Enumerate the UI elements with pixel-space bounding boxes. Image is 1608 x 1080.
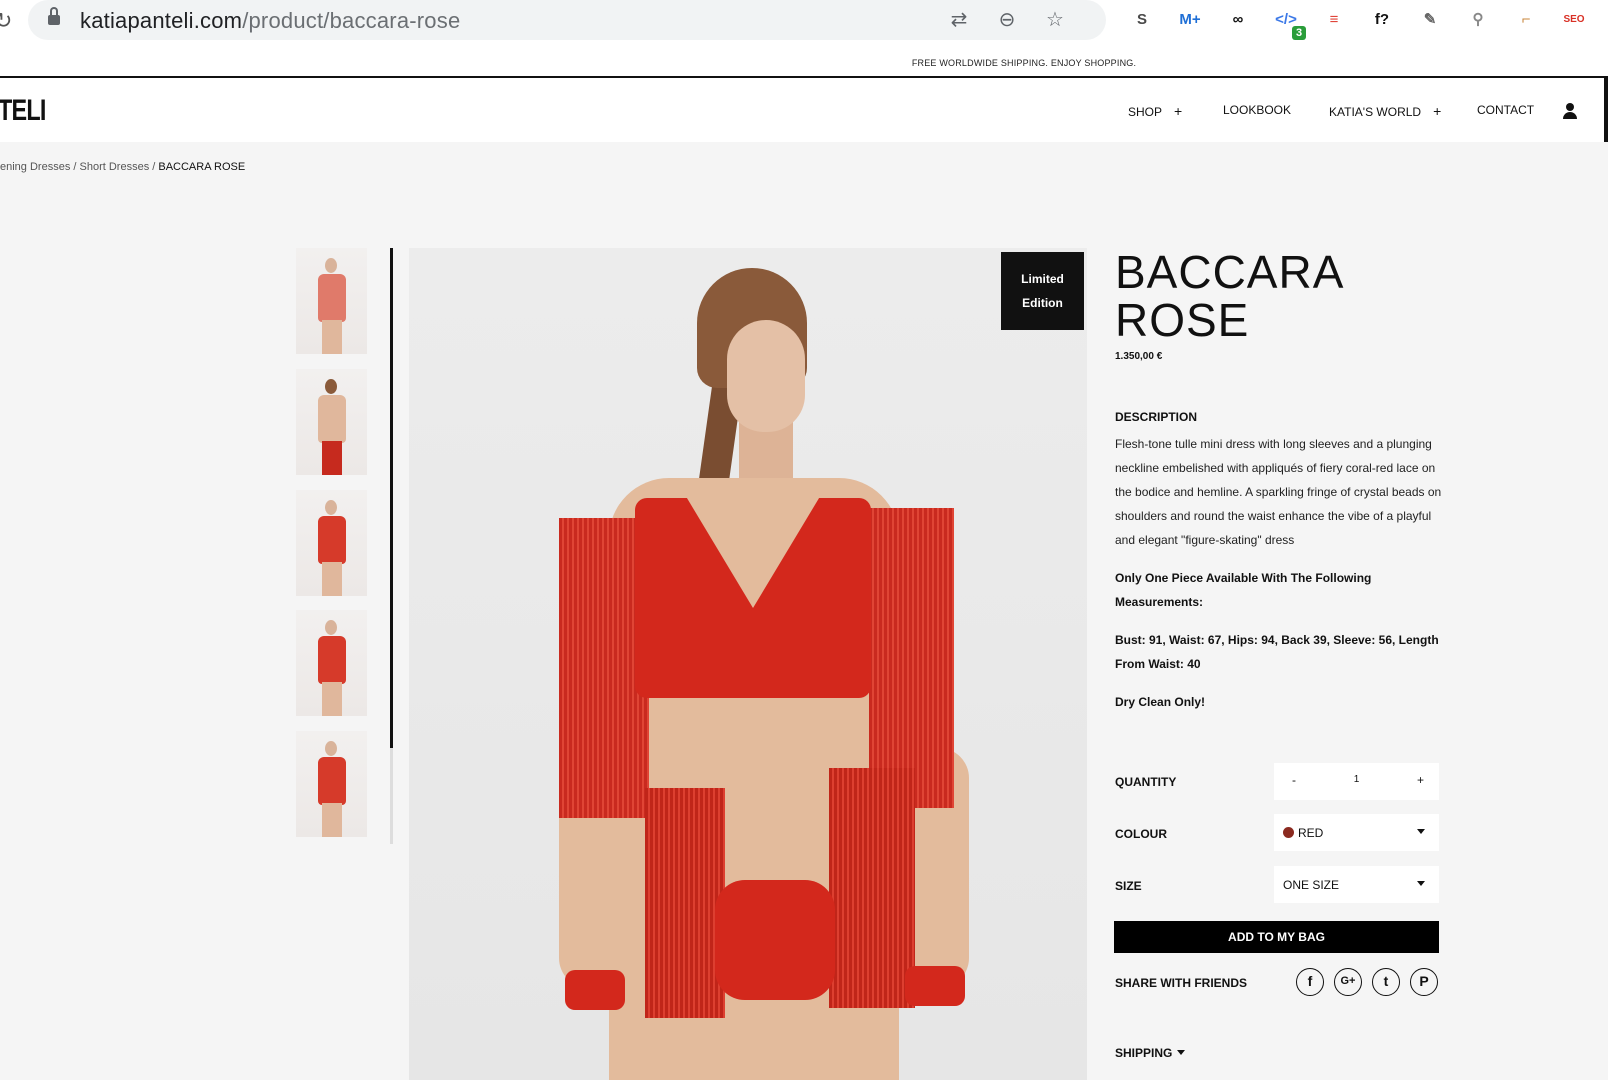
shipping-banner-text: FREE WORLDWIDE SHIPPING. ENJOY SHOPPING.: [911, 58, 1137, 68]
eyedropper-icon[interactable]: ✎: [1416, 6, 1444, 34]
font-finder-icon[interactable]: f?: [1368, 6, 1396, 34]
measurements-note: Bust: 91, Waist: 67, Hips: 94, Back 39, …: [1115, 633, 1439, 671]
url-path: /product/baccara-rose: [242, 8, 461, 33]
nav-lookbook[interactable]: LOOKBOOK: [1223, 103, 1291, 117]
size-value: ONE SIZE: [1283, 878, 1340, 892]
availability-note: Only One Piece Available With The Follow…: [1115, 571, 1372, 609]
quantity-label: QUANTITY: [1115, 775, 1177, 789]
url-host: katiapanteli.com: [80, 8, 243, 33]
nav-lookbook-label: LOOKBOOK: [1223, 103, 1292, 117]
main-product-image[interactable]: Limited Edition: [409, 248, 1087, 1080]
lock-icon[interactable]: [48, 7, 60, 26]
code-extension-icon[interactable]: </> 3: [1272, 6, 1306, 40]
caret-down-icon: [1417, 829, 1425, 834]
twitter-icon[interactable]: t: [1372, 968, 1400, 996]
thumbnail-5[interactable]: [296, 731, 367, 837]
nav-contact-label: CONTACT: [1477, 103, 1535, 117]
product-title-line-1: BACCARA: [1115, 246, 1345, 298]
badge-line-1: Limited: [1021, 272, 1064, 286]
infinity-extension-icon[interactable]: ∞: [1224, 6, 1252, 34]
thumbnail-scrollbar-thumb[interactable]: [390, 248, 393, 748]
thumbnail-3[interactable]: [296, 490, 367, 596]
breadcrumb-short-dresses[interactable]: Short Dresses: [80, 161, 150, 173]
nav-katias-world-label: KATIA'S WORLD: [1329, 105, 1422, 119]
site-header: TELI SHOP + LOOKBOOK KATIA'S WORLD + CONTA…: [0, 78, 1608, 142]
plus-icon: +: [1174, 103, 1183, 119]
nav-contact[interactable]: CONTACT: [1477, 103, 1534, 117]
colour-label: COLOUR: [1115, 827, 1167, 841]
s-extension-icon[interactable]: S: [1128, 6, 1156, 34]
ruler-extension-icon[interactable]: ⌐: [1512, 6, 1540, 34]
care-note: Dry Clean Only!: [1115, 695, 1206, 709]
facebook-icon[interactable]: f: [1296, 968, 1324, 996]
extension-badge: 3: [1292, 26, 1306, 40]
size-label: SIZE: [1115, 879, 1142, 893]
shipping-banner: FREE WORLDWIDE SHIPPING. ENJOY SHOPPING.: [0, 46, 1608, 78]
breadcrumb-current: BACCARA ROSE: [158, 161, 246, 173]
breadcrumb: ening Dresses / Short Dresses / BACCARA …: [0, 161, 245, 173]
movistar-icon[interactable]: M+: [1176, 6, 1204, 34]
limited-edition-badge: Limited Edition: [1001, 252, 1084, 330]
caret-down-icon: [1177, 1050, 1186, 1055]
share-label: SHARE WITH FRIENDS: [1115, 976, 1247, 990]
url-text[interactable]: katiapanteli.com/product/baccara-rose: [80, 8, 460, 34]
bookmark-star-icon[interactable]: ☆: [1042, 7, 1068, 33]
quantity-input[interactable]: 1: [1274, 774, 1439, 785]
description-heading: DESCRIPTION: [1115, 410, 1198, 424]
colour-select[interactable]: RED: [1274, 814, 1439, 851]
size-select[interactable]: ONE SIZE: [1274, 866, 1439, 903]
google-plus-icon[interactable]: G+: [1334, 968, 1362, 996]
site-logo[interactable]: TELI: [0, 94, 46, 128]
nav-katias-world[interactable]: KATIA'S WORLD +: [1329, 103, 1441, 119]
thumbnail-4[interactable]: [296, 610, 367, 716]
quantity-stepper: - 1 +: [1274, 763, 1439, 800]
translate-icon[interactable]: ⇄: [946, 7, 972, 33]
pinterest-icon[interactable]: P: [1410, 968, 1438, 996]
thumbnail-2[interactable]: [296, 369, 367, 475]
caret-down-icon: [1417, 881, 1425, 886]
plus-icon: +: [1433, 103, 1442, 119]
seo-extension-icon[interactable]: SEO: [1560, 6, 1588, 34]
nav-shop[interactable]: SHOP +: [1128, 103, 1182, 119]
add-to-bag-button[interactable]: ADD TO MY BAG: [1114, 921, 1439, 953]
breadcrumb-evening-dresses[interactable]: ening Dresses: [0, 161, 70, 173]
header-divider: [1604, 78, 1608, 142]
address-bar[interactable]: katiapanteli.com/product/baccara-rose ⇄ …: [28, 0, 1106, 40]
description-text: Flesh-tone tulle mini dress with long sl…: [1115, 437, 1442, 547]
shipping-toggle[interactable]: SHIPPING: [1115, 1046, 1186, 1060]
shipping-label: SHIPPING: [1115, 1046, 1173, 1060]
badge-line-2: Edition: [1022, 296, 1063, 310]
product-title: BACCARA ROSE: [1115, 248, 1344, 344]
account-icon[interactable]: [1562, 103, 1578, 119]
colour-value: RED: [1298, 826, 1324, 840]
product-title-line-2: ROSE: [1115, 294, 1250, 346]
colour-swatch: [1283, 827, 1294, 838]
quantity-increase-button[interactable]: +: [1417, 773, 1424, 787]
reload-icon[interactable]: ↻: [0, 8, 12, 34]
zoom-out-icon[interactable]: ⊖: [994, 7, 1020, 33]
product-price: 1.350,00 €: [1115, 351, 1163, 362]
nav-shop-label: SHOP: [1128, 105, 1163, 119]
magnifier-extension-icon[interactable]: ⚲: [1464, 6, 1492, 34]
thumbnail-1[interactable]: [296, 248, 367, 354]
red-circle-extension-icon[interactable]: ≡: [1320, 6, 1348, 34]
breadcrumb-separator: /: [149, 161, 159, 173]
breadcrumb-separator: /: [70, 161, 80, 173]
browser-toolbar: ↻ katiapanteli.com/product/baccara-rose …: [0, 0, 1608, 46]
